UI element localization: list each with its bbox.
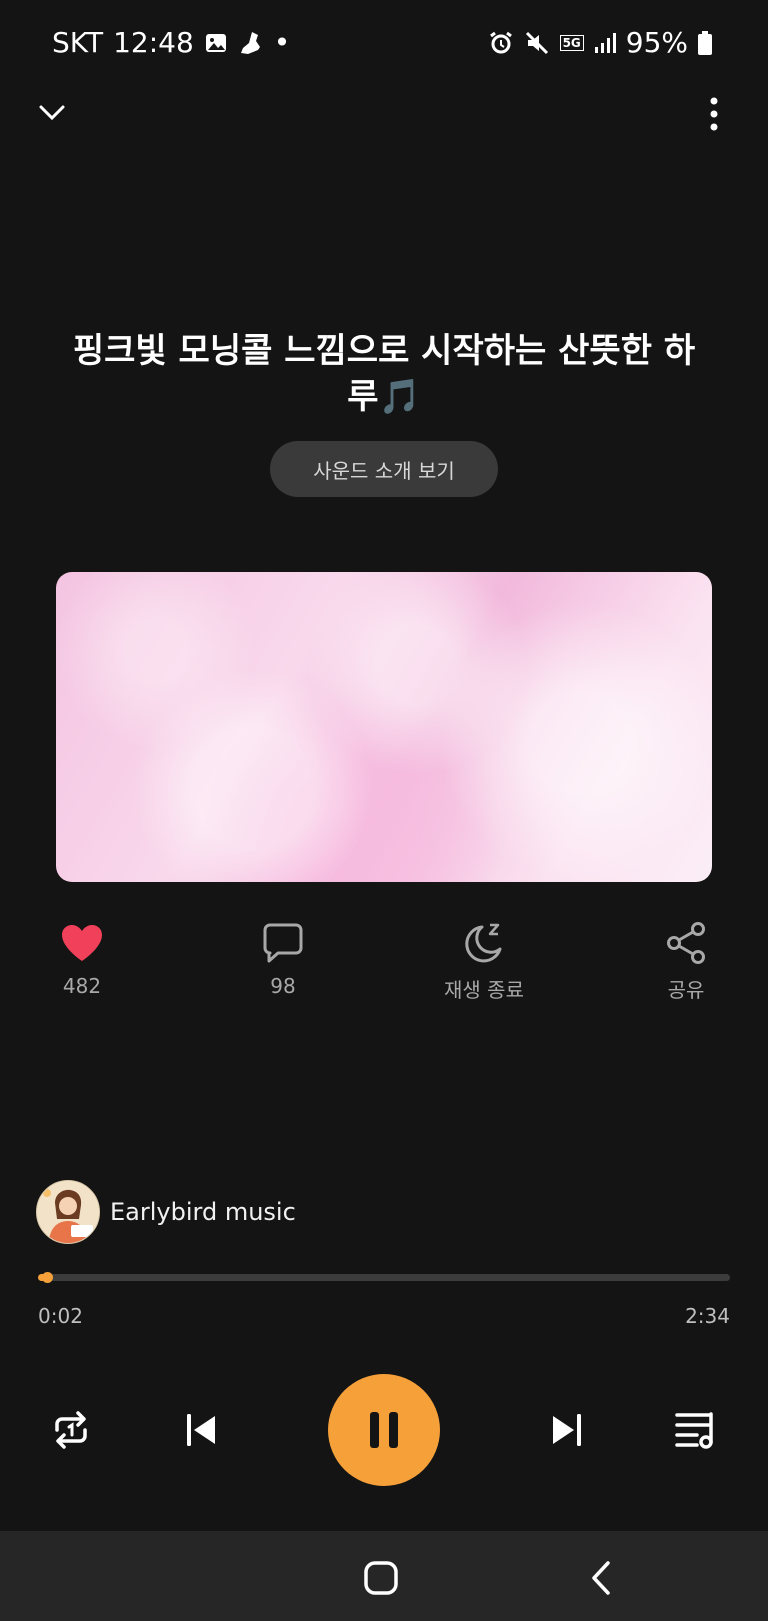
back-chevron-icon <box>592 1561 610 1595</box>
more-options-button[interactable] <box>692 92 736 136</box>
seek-bar-thumb[interactable] <box>42 1272 53 1283</box>
current-time: 0:02 <box>38 1304 83 1328</box>
sound-intro-button[interactable]: 사운드 소개 보기 <box>270 441 498 497</box>
share-button[interactable]: 공유 <box>616 918 756 1003</box>
home-button[interactable] <box>356 1553 406 1603</box>
skip-previous-icon <box>187 1414 215 1446</box>
network-5g-icon: 5G <box>559 34 584 51</box>
battery-percent: 95% <box>625 26 688 59</box>
repeat-button[interactable] <box>38 1384 104 1476</box>
sleep-timer-button[interactable]: 재생 종료 <box>414 918 554 1003</box>
playlist-icon <box>675 1412 713 1449</box>
moon-sleep-icon <box>465 923 502 963</box>
total-time: 2:34 <box>685 1304 730 1328</box>
navigation-bar <box>0 1531 768 1621</box>
clock: 12:48 <box>113 26 194 59</box>
gallery-icon <box>204 31 228 55</box>
comment-button[interactable]: 98 <box>213 918 353 998</box>
artist-name: Earlybird music <box>110 1198 296 1226</box>
home-icon <box>364 1561 398 1595</box>
next-button[interactable] <box>534 1384 600 1476</box>
collapse-button[interactable] <box>30 90 74 134</box>
pause-button[interactable] <box>328 1374 440 1486</box>
status-bar: SKT 12:48 • 5G 95% <box>0 0 768 90</box>
status-right: 5G 95% <box>488 26 712 59</box>
action-row: 482 98 재생 종료 공유 <box>0 918 768 1018</box>
comment-icon <box>263 923 303 963</box>
album-artwork <box>56 572 712 882</box>
chevron-down-icon <box>39 105 65 121</box>
notification-dot: • <box>273 26 291 59</box>
back-button[interactable] <box>576 1553 626 1603</box>
carrier: SKT <box>52 26 104 59</box>
artist-avatar <box>36 1180 100 1244</box>
seek-bar[interactable] <box>38 1272 730 1283</box>
mute-icon <box>524 30 550 56</box>
previous-button[interactable] <box>168 1384 234 1476</box>
queue-button[interactable] <box>664 1384 730 1476</box>
shoe-icon <box>238 30 264 56</box>
more-vertical-icon <box>710 97 718 131</box>
comment-count: 98 <box>270 974 296 998</box>
share-icon <box>667 922 705 964</box>
signal-icon <box>594 31 616 55</box>
like-button[interactable]: 482 <box>12 918 152 998</box>
sleep-timer-label: 재생 종료 <box>444 978 524 1002</box>
skip-next-icon <box>553 1414 581 1446</box>
artist-row[interactable]: Earlybird music <box>36 1180 296 1244</box>
repeat-one-icon <box>55 1411 87 1449</box>
pause-icon <box>370 1412 398 1448</box>
track-title: 핑크빛 모닝콜 느낌으로 시작하는 산뜻한 하루🎵 <box>72 331 696 417</box>
heart-icon <box>62 925 102 961</box>
status-left: SKT 12:48 • <box>52 26 290 59</box>
like-count: 482 <box>62 974 102 998</box>
battery-icon <box>698 30 712 55</box>
share-label: 공유 <box>667 978 705 1002</box>
alarm-icon <box>488 30 514 56</box>
